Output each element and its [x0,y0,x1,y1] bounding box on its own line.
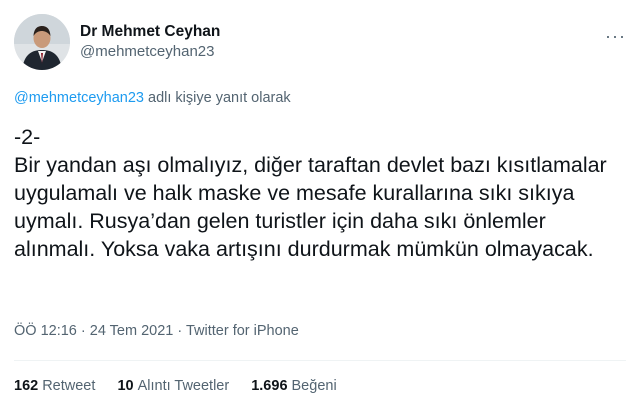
tweet-date[interactable]: 24 Tem 2021 [90,323,174,339]
meta-separator: · [173,323,186,339]
quote-tweets-label: Alıntı Tweetler [137,378,230,394]
handle[interactable]: @mehmetceyhan23 [80,42,220,62]
display-name[interactable]: Dr Mehmet Ceyhan [80,22,220,42]
tweet-header: Dr Mehmet Ceyhan @mehmetceyhan23 ··· [14,14,626,70]
tweet-text: -2- Bir yandan aşı olmalıyız, diğer tara… [14,125,607,261]
reply-context: @mehmetceyhan23 adlı kişiye yanıt olarak [14,90,291,106]
divider [14,360,626,361]
retweets-label: Retweet [42,378,96,394]
tweet-source[interactable]: Twitter for iPhone [186,323,299,339]
tweet-stats: 162 Retweet 10 Alıntı Tweetler 1.696 Beğeni [14,378,355,394]
retweets-count: 162 [14,378,39,394]
likes-label: Beğeni [291,378,337,394]
meta-separator: · [76,323,90,339]
avatar-image [14,14,70,70]
reply-mention-link[interactable]: @mehmetceyhan23 [14,90,144,106]
likes-count: 1.696 [251,378,288,394]
avatar[interactable] [14,14,70,70]
more-dots-icon[interactable]: ··· [605,26,626,47]
author-names: Dr Mehmet Ceyhan @mehmetceyhan23 [80,22,220,62]
quote-tweets-count: 10 [117,378,134,394]
reply-context-text: adlı kişiye yanıt olarak [143,90,291,106]
likes-stat[interactable]: 1.696 Beğeni [251,378,336,394]
tweet-meta: ÖÖ 12:16 · 24 Tem 2021 · Twitter for iPh… [14,323,299,339]
quote-tweets-stat[interactable]: 10 Alıntı Tweetler [117,378,229,394]
tweet-time[interactable]: ÖÖ 12:16 [14,323,77,339]
retweets-stat[interactable]: 162 Retweet [14,378,95,394]
